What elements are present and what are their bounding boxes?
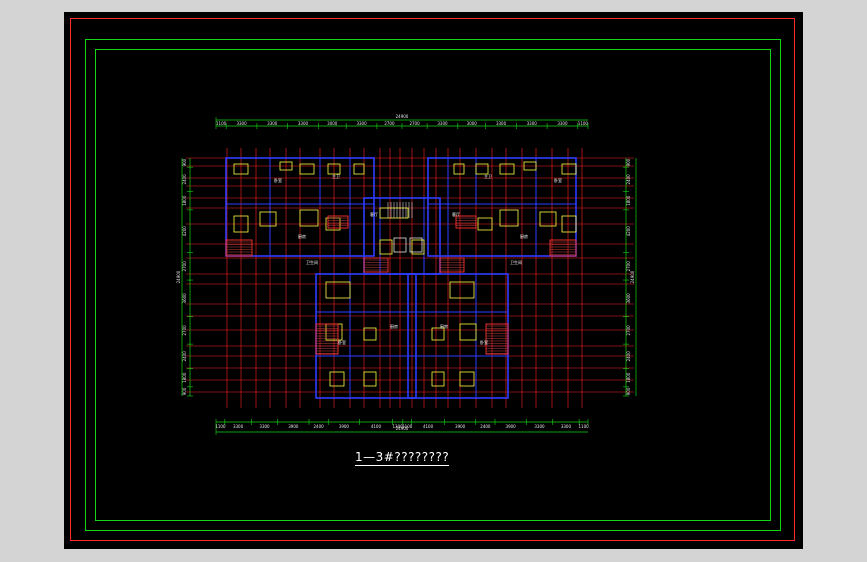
balcony <box>225 239 253 257</box>
dimension-label-v: 2400 <box>626 174 631 185</box>
room-label: 卧室 <box>554 177 562 183</box>
dimension-label-v: 900 <box>182 387 187 395</box>
dimension-label-v: 4200 <box>626 226 631 237</box>
furniture <box>353 163 365 175</box>
dimension-label-v: 2700 <box>182 261 187 272</box>
dimension-overall-label-v: 24900 <box>630 270 635 283</box>
dimension-label: 1100 <box>215 424 226 429</box>
dimension-label-v: 1800 <box>182 372 187 383</box>
dimension-label-v: 2400 <box>626 351 631 362</box>
dimension-label: 3300 <box>356 121 367 126</box>
dimension-label: 3900 <box>288 424 299 429</box>
dimension-label-v: 2700 <box>626 261 631 272</box>
room-label: 厨房 <box>440 323 448 329</box>
dimension-label: 3300 <box>534 424 545 429</box>
drawing-title: 1—3#???????? <box>355 450 450 466</box>
room-label: 厨房 <box>298 233 306 239</box>
dimension-label: 3000 <box>327 121 338 126</box>
dimension-label: 3300 <box>496 121 507 126</box>
dimension-label-v: 900 <box>626 387 631 395</box>
room-label: 主卫 <box>484 173 492 179</box>
dimension-label: 3900 <box>506 424 517 429</box>
dimension-label: 3300 <box>557 121 568 126</box>
furniture <box>363 371 377 387</box>
furniture <box>329 371 345 387</box>
room-label: 客厅 <box>452 211 460 217</box>
dimension-label: 3300 <box>298 121 309 126</box>
furniture <box>499 163 515 175</box>
dimension-label-v: 1800 <box>626 372 631 383</box>
cad-viewport[interactable]: 卧室 卧室 卧室 卧室 厨房 厨房 厨房 厨房 主卫 主卫 客厅 客厅 卫生间 卫生间 1100 3300 3… <box>64 12 803 549</box>
room-label: 厨房 <box>390 323 398 329</box>
dimension-label: 2700 <box>409 121 420 126</box>
dimension-label-v: 900 <box>626 158 631 166</box>
room-label: 卧室 <box>274 177 282 183</box>
dimension-label-v: 2700 <box>182 325 187 336</box>
dimension-label: 1100 <box>578 121 589 126</box>
dimension-label: 1100 <box>216 121 227 126</box>
furniture <box>459 323 477 341</box>
dimension-label: 3900 <box>455 424 466 429</box>
building-outline <box>225 157 577 399</box>
dimension-label-v: 2400 <box>182 174 187 185</box>
dimension-text: 1100 3300 3300 3300 3000 3300 2700 2700 3300 3000… <box>176 114 635 431</box>
dimension-label: 1100 <box>578 424 589 429</box>
room-label: 客厅 <box>370 211 378 217</box>
room-label: 厨房 <box>520 233 528 239</box>
dimension-label-v: 1800 <box>182 195 187 206</box>
floor-plan: 卧室 卧室卧室 卧室厨房 厨房厨房 厨房主卫 主卫客厅 客厅卫生间 卫生间 1100 3300 3… <box>176 114 637 435</box>
dimension-label: 3300 <box>259 424 270 429</box>
dimension-overall-label: 24900 <box>396 114 409 119</box>
furniture <box>561 163 577 175</box>
dimension-label: 3300 <box>236 121 247 126</box>
dimension-label-v: 900 <box>182 158 187 166</box>
dimension-label: 3300 <box>267 121 278 126</box>
dimension-label-v: 2400 <box>182 351 187 362</box>
dimension-label: 2400 <box>480 424 491 429</box>
dimension-overall-label-v: 24900 <box>176 270 181 283</box>
dimension-label: 4100 <box>423 424 434 429</box>
dimension-label: 3300 <box>233 424 244 429</box>
dimension-label-v: 2700 <box>626 325 631 336</box>
furniture <box>299 209 319 227</box>
balcony <box>549 239 577 257</box>
furniture <box>325 281 351 299</box>
dimension-label-v: 1800 <box>626 195 631 206</box>
dimension-label: 3300 <box>437 121 448 126</box>
room-label: 卫生间 <box>510 259 522 265</box>
room-label: 卧室 <box>338 339 346 345</box>
furniture <box>449 281 475 299</box>
dimension-label: 2400 <box>314 424 325 429</box>
furniture <box>475 163 489 175</box>
furniture <box>499 209 519 227</box>
dimension-label: 3000 <box>467 121 478 126</box>
room-label: 卫生间 <box>306 259 318 265</box>
furniture <box>459 371 475 387</box>
room-label: 主卫 <box>332 173 340 179</box>
dimension-label: 3900 <box>339 424 350 429</box>
dimension-label-v: 3600 <box>626 293 631 304</box>
dimension-label-v: 4200 <box>182 226 187 237</box>
dimension-label: 2700 <box>384 121 395 126</box>
dimension-label-v: 3600 <box>182 293 187 304</box>
dimension-label: 3300 <box>527 121 538 126</box>
dimension-label: 3300 <box>561 424 572 429</box>
furniture <box>299 163 315 175</box>
furniture <box>431 371 445 387</box>
dimension-overall-label: 24900 <box>396 426 409 431</box>
dimension-label: 4100 <box>371 424 382 429</box>
room-label: 卧室 <box>480 339 488 345</box>
furniture <box>453 163 465 175</box>
wing-outline <box>427 157 577 257</box>
axis-grid <box>186 148 634 408</box>
